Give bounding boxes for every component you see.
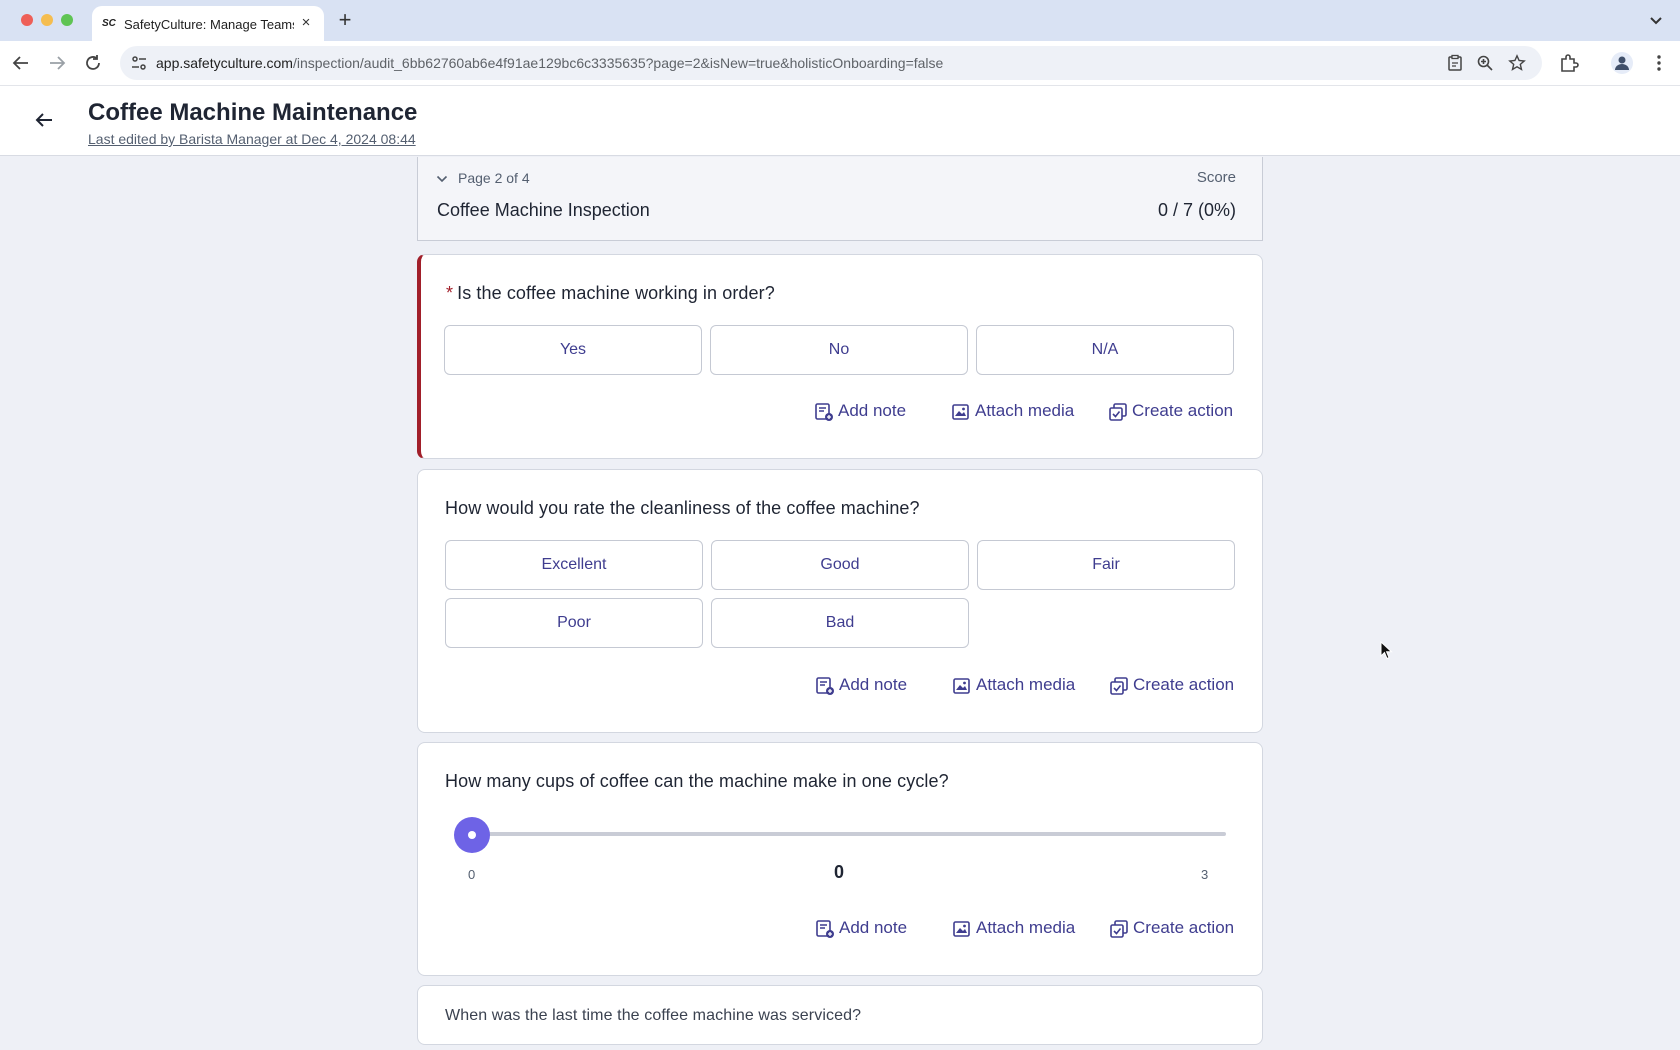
question-label: How many cups of coffee can the machine … [445,771,949,791]
browser-tab[interactable]: SC SafetyCulture: Manage Teams × [92,6,324,41]
question-label: When was the last time the coffee machin… [445,1007,862,1024]
action-icon [1110,920,1128,938]
inspection-content: Page 2 of 4 Score Coffee Machine Inspect… [0,157,1680,1050]
reload-icon[interactable] [82,52,104,74]
action-icon [1109,403,1127,421]
browser-toolbar: app.safetyculture.com/inspection/audit_6… [0,41,1680,86]
tab-close-icon[interactable]: × [298,15,314,31]
forward-icon[interactable] [46,52,68,74]
close-window-button[interactable] [21,14,33,26]
add-note-button[interactable]: Add note [814,399,906,423]
create-action-button[interactable]: Create action [1109,916,1235,940]
url-text: app.safetyculture.com/inspection/audit_6… [156,54,943,72]
question-text: * Is the coffee machine working in order? [446,281,775,305]
menu-icon[interactable] [1648,52,1670,74]
response-good-button[interactable]: Good [711,540,969,590]
last-edited-link[interactable]: Last edited by Barista Manager at Dec 4,… [88,130,416,148]
slider-current-value: 0 [834,862,845,882]
score-label: Score [1196,169,1236,186]
clipboard-icon[interactable] [1446,54,1464,72]
page-title: Coffee Machine Maintenance [88,99,418,126]
add-note-button[interactable]: Add note [815,673,907,697]
safetyculture-favicon-icon: SC [102,18,116,29]
create-action-button[interactable]: Create action [1108,399,1234,423]
star-icon[interactable] [1508,54,1526,72]
response-poor-button[interactable]: Poor [445,598,703,648]
url-path: /inspection/audit_6bb62760ab6e4f91ae129b… [292,55,944,71]
response-excellent-button[interactable]: Excellent [445,540,703,590]
mouse-cursor-icon [1380,641,1393,660]
create-action-button[interactable]: Create action [1109,673,1235,697]
attach-media-label: Attach media [975,401,1075,420]
new-tab-button[interactable]: + [334,9,356,31]
note-icon [815,403,833,421]
add-note-button[interactable]: Add note [815,916,907,940]
extensions-icon[interactable] [1558,52,1580,74]
score-value: 0 / 7 (0%) [1157,200,1236,220]
action-icon [1110,677,1128,695]
question-label: Is the coffee machine working in order? [457,283,775,303]
media-icon [953,921,970,937]
minimize-window-button[interactable] [41,14,53,26]
attach-media-label: Attach media [976,918,1076,937]
add-note-label: Add note [838,401,907,420]
question-card-last-serviced[interactable]: When was the last time the coffee machin… [417,985,1263,1045]
tab-search-chevron-icon[interactable] [1646,10,1666,30]
back-icon[interactable] [32,108,56,132]
response-yes-button[interactable]: Yes [444,325,702,375]
create-action-label: Create action [1132,401,1234,420]
chevron-down-icon[interactable] [436,173,448,185]
create-action-label: Create action [1133,918,1235,937]
note-icon [816,677,834,695]
site-info-icon[interactable] [130,54,148,72]
media-icon [952,404,969,420]
add-note-label: Add note [839,918,908,937]
question-label: How would you rate the cleanliness of th… [445,498,920,518]
inspection-header: Coffee Machine Maintenance Last edited b… [0,86,1680,156]
add-note-label: Add note [839,675,908,694]
address-bar[interactable]: app.safetyculture.com/inspection/audit_6… [120,46,1542,80]
page-name: Coffee Machine Inspection [437,200,650,220]
required-marker: * [446,283,454,303]
attach-media-button[interactable]: Attach media [951,399,1075,423]
browser-tab-bar: SC SafetyCulture: Manage Teams × + [0,0,1680,41]
response-no-button[interactable]: No [710,325,968,375]
slider-max-label: 3 [1201,867,1209,882]
maximize-window-button[interactable] [61,14,73,26]
slider-thumb[interactable] [454,817,490,853]
note-icon [816,920,834,938]
response-na-button[interactable]: N/A [976,325,1234,375]
slider-min-label: 0 [468,867,476,882]
attach-media-button[interactable]: Attach media [952,673,1076,697]
response-bad-button[interactable]: Bad [711,598,969,648]
create-action-label: Create action [1133,675,1235,694]
media-icon [953,678,970,694]
page-indicator: Page 2 of 4 [458,170,530,186]
attach-media-button[interactable]: Attach media [952,916,1076,940]
url-host: app.safetyculture.com [156,55,293,71]
slider-track[interactable] [466,832,1226,836]
response-fair-button[interactable]: Fair [977,540,1235,590]
tab-title: SafetyCulture: Manage Teams [124,17,294,32]
attach-media-label: Attach media [976,675,1076,694]
zoom-icon[interactable] [1476,54,1494,72]
question-card-cups-per-cycle: How many cups of coffee can the machine … [417,742,1263,976]
profile-icon[interactable] [1611,52,1633,74]
back-icon[interactable] [10,52,32,74]
page-header-card[interactable]: Page 2 of 4 Score Coffee Machine Inspect… [417,157,1263,241]
question-card-working-order: * Is the coffee machine working in order?… [417,254,1263,459]
question-card-cleanliness: How would you rate the cleanliness of th… [417,469,1263,733]
